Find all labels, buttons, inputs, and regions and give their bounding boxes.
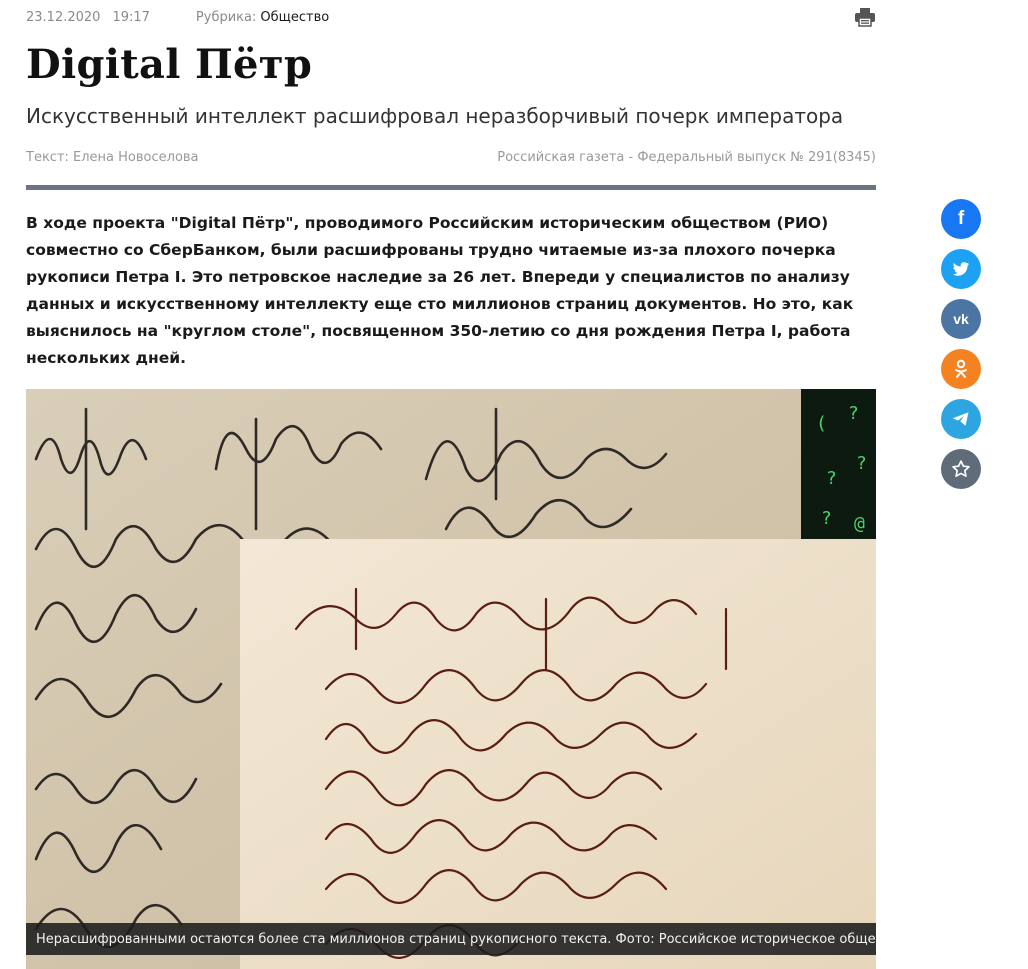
svg-text:?: ?: [856, 453, 867, 474]
byline: Текст: Елена Новоселова Российская газет…: [26, 150, 876, 165]
article-title: Digital Пётр: [26, 41, 313, 88]
favorite-button[interactable]: [941, 449, 981, 489]
article-photo[interactable]: (? ?? ? @ Нерасшифрованными остаются боле…: [26, 389, 876, 969]
vk-icon: vk: [953, 311, 969, 327]
issue-info: Российская газета - Федеральный выпуск №…: [497, 150, 876, 165]
share-facebook-button[interactable]: f: [941, 199, 981, 239]
svg-text:(: (: [816, 413, 827, 434]
article-subtitle: Искусственный интеллект расшифровал нера…: [26, 104, 844, 128]
article-lead: В ходе проекта "Digital Пётр", проводимо…: [26, 214, 854, 367]
article-meta: 23.12.2020 19:17 Рубрика: Общество: [26, 0, 876, 34]
divider: [26, 185, 876, 190]
star-icon: [952, 460, 970, 477]
author: Текст: Елена Новоселова: [26, 150, 199, 165]
facebook-icon: f: [957, 208, 965, 229]
svg-text:?: ?: [848, 403, 859, 424]
svg-text:?: ?: [826, 468, 837, 489]
manuscript-image: (? ?? ? @: [26, 389, 876, 969]
photo-caption: Нерасшифрованными остаются более ста мил…: [26, 923, 876, 955]
share-vk-button[interactable]: vk: [941, 299, 981, 339]
publish-time: 19:17: [112, 9, 150, 25]
rubric-label: Рубрика:: [195, 9, 257, 25]
svg-text:?: ?: [821, 508, 832, 529]
print-icon[interactable]: [854, 7, 876, 27]
publish-date: 23.12.2020: [26, 9, 101, 25]
telegram-icon: [952, 412, 969, 426]
twitter-icon: [952, 261, 970, 276]
odnoklassniki-icon: [955, 359, 967, 378]
share-odnoklassniki-button[interactable]: [941, 349, 981, 389]
svg-text:@: @: [854, 513, 865, 534]
share-twitter-button[interactable]: [941, 249, 981, 289]
article: 23.12.2020 19:17 Рубрика: Общество Digit…: [26, 0, 876, 969]
share-telegram-button[interactable]: [941, 399, 981, 439]
share-panel: f vk: [941, 199, 981, 499]
rubric-link[interactable]: Общество: [260, 10, 329, 25]
